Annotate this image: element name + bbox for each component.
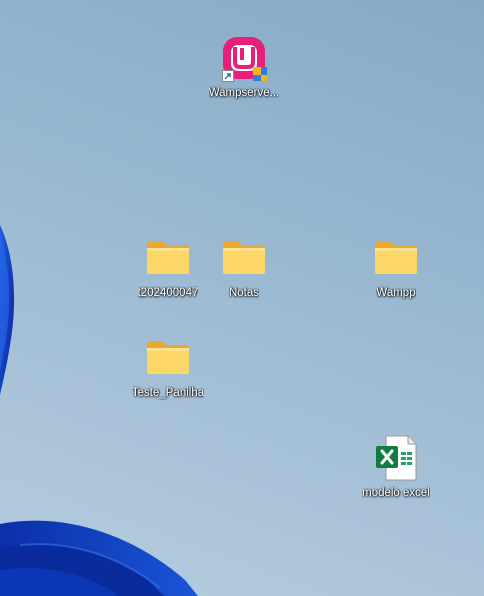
folder-icon <box>144 334 192 382</box>
shortcut-arrow-icon <box>222 70 234 82</box>
desktop-icon-label: Wampp <box>376 287 416 299</box>
desktop-icon-folder-wampp[interactable]: Wampp <box>358 234 434 306</box>
excel-file-icon <box>372 434 420 482</box>
desktop-icon-wampserver[interactable]: Wampserve... <box>206 34 282 106</box>
desktop-icon-file-modelo-excel[interactable]: modelo excel <box>358 434 434 506</box>
folder-icon <box>220 234 268 282</box>
desktop-icon-label: t202400047 <box>137 287 199 299</box>
desktop-icon-label: Teste_Panilha <box>131 387 205 399</box>
folder-icon <box>372 234 420 282</box>
desktop-icon-label: modelo excel <box>362 487 430 499</box>
desktop-icon-folder-t202400047[interactable]: t202400047 <box>130 234 206 306</box>
desktop-icon-folder-teste-panilha[interactable]: Teste_Panilha <box>130 334 206 406</box>
desktop-icon-label: Wampserve... <box>208 87 280 99</box>
folder-icon <box>144 234 192 282</box>
desktop-icon-label: Notas <box>228 287 260 299</box>
wampserver-icon <box>220 34 268 82</box>
desktop-icon-folder-notas[interactable]: Notas <box>206 234 282 306</box>
